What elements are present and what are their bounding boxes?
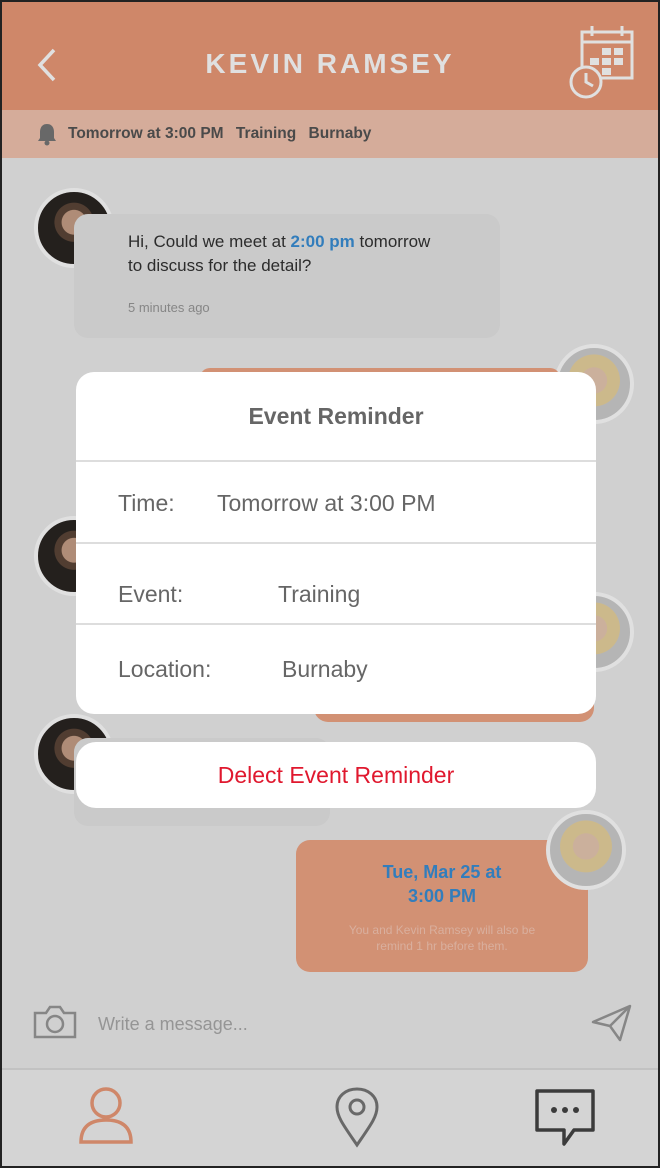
dialog-title: Event Reminder [76,372,596,462]
event-value: Training [278,581,361,607]
event-label: Event: [118,581,184,607]
location-value: Burnaby [282,656,368,682]
delete-reminder-button[interactable]: Delect Event Reminder [76,742,596,808]
divider [76,623,596,625]
event-reminder-dialog: Event Reminder Time: Tomorrow at 3:00 PM… [76,372,596,714]
time-value: Tomorrow at 3:00 PM [217,490,436,516]
divider [76,542,596,544]
time-label: Time: [118,490,175,516]
location-label: Location: [118,656,212,682]
